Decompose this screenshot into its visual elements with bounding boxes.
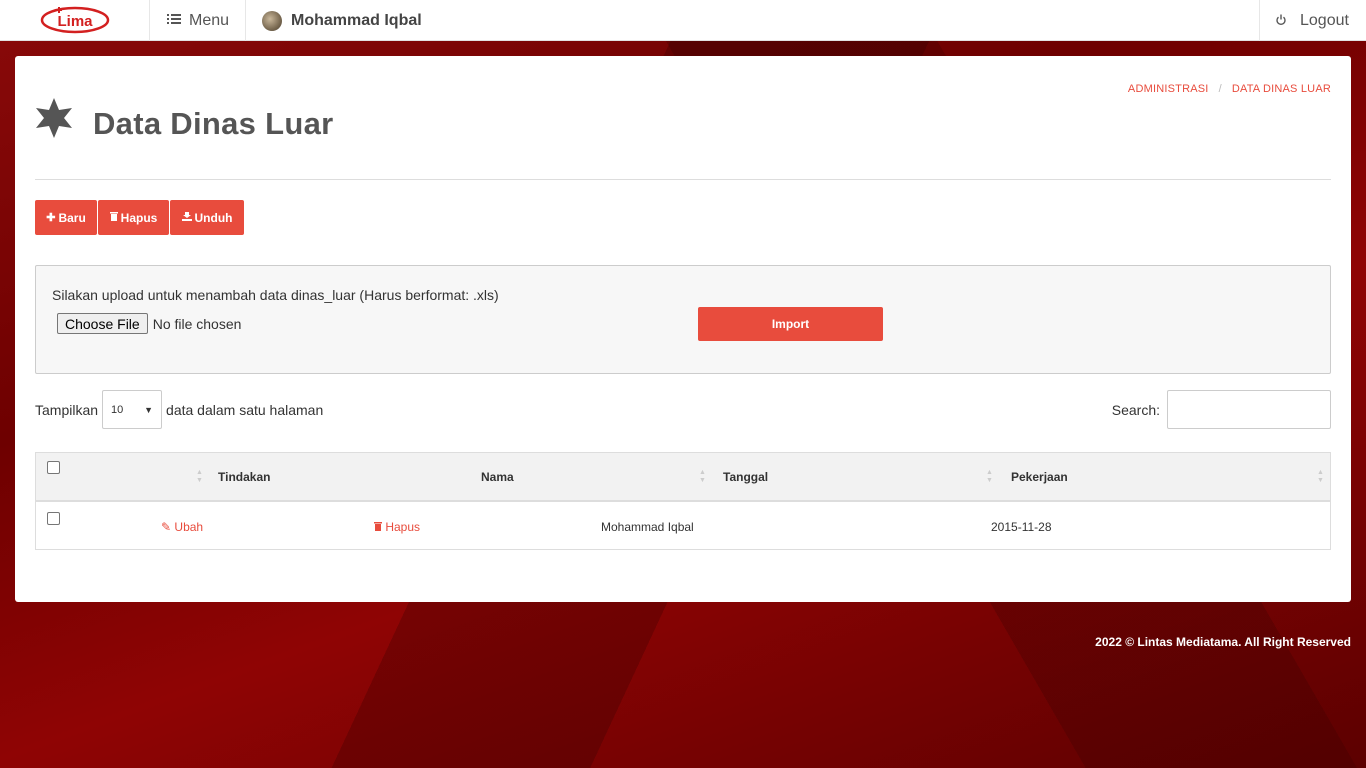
- delete-button[interactable]: Hapus: [98, 200, 169, 235]
- edit-label: Ubah: [174, 520, 204, 534]
- breadcrumb: ADMINISTRASI / DATA DINAS LUAR: [1128, 83, 1331, 95]
- page-title: Data Dinas Luar: [93, 106, 334, 141]
- list-icon: [167, 12, 181, 30]
- trash-icon: [374, 520, 385, 534]
- footer-copyright: 2022 © Lintas Mediatama. All Right Reser…: [1095, 635, 1351, 649]
- logo-text: Lima: [57, 13, 93, 30]
- page-length-value: 10: [111, 403, 124, 416]
- brand-logo[interactable]: Lima: [0, 0, 150, 41]
- column-header-tindakan[interactable]: Tindakan: [218, 470, 270, 484]
- breadcrumb-item-data-dinas-luar[interactable]: DATA DINAS LUAR: [1232, 83, 1331, 95]
- search-input[interactable]: [1167, 390, 1331, 429]
- user-profile[interactable]: Mohammad Iqbal: [262, 0, 422, 41]
- breadcrumb-item-administrasi[interactable]: ADMINISTRASI: [1128, 83, 1209, 95]
- divider: [35, 179, 1331, 180]
- star-icon: [36, 98, 72, 138]
- upload-box: Silakan upload untuk menambah data dinas…: [35, 265, 1331, 374]
- plus-icon: ✚: [46, 212, 56, 224]
- lima-logo: Lima: [40, 6, 110, 34]
- choose-file-button[interactable]: Choose File: [57, 313, 148, 334]
- top-navbar: Lima Menu Mohammad Iqbal Logout: [0, 0, 1366, 41]
- edit-link[interactable]: ✎ Ubah: [161, 520, 203, 534]
- row-checkbox[interactable]: [47, 512, 60, 525]
- search-label: Search:: [1111, 401, 1160, 418]
- cell-nama: Mohammad Iqbal: [601, 520, 694, 534]
- pencil-icon: ✎: [161, 520, 172, 534]
- file-input[interactable]: Choose File No file chosen: [57, 313, 241, 334]
- menu-label: Menu: [189, 11, 230, 29]
- new-button[interactable]: ✚ Baru: [35, 200, 97, 235]
- chevron-down-icon: ▼: [144, 404, 154, 415]
- search-control: Search:: [1112, 390, 1331, 429]
- delete-label: Hapus: [385, 520, 421, 534]
- page-header: Data Dinas Luar: [35, 94, 334, 142]
- breadcrumb-separator: /: [1218, 83, 1222, 95]
- cell-tanggal: 2015-11-28: [991, 520, 1052, 534]
- delete-button-label: Hapus: [120, 210, 158, 225]
- show-prefix: Tampilkan: [35, 401, 99, 418]
- user-name: Mohammad Iqbal: [291, 11, 422, 29]
- import-button[interactable]: Import: [698, 307, 883, 341]
- logout-button[interactable]: Logout: [1259, 0, 1366, 41]
- main-panel: Data Dinas Luar ADMINISTRASI / DATA DINAS …: [15, 56, 1351, 602]
- delete-link[interactable]: Hapus: [374, 520, 420, 534]
- page-length-control: Tampilkan 10 ▼ data dalam satu halaman: [35, 390, 323, 429]
- toolbar: ✚ Baru Hapus Unduh: [35, 200, 245, 235]
- download-button[interactable]: Unduh: [170, 200, 244, 235]
- avatar: [262, 10, 282, 31]
- sort-icon[interactable]: ▲ ▼: [699, 469, 707, 485]
- upload-instruction: Silakan upload untuk menambah data dinas…: [52, 287, 499, 303]
- menu-toggle-button[interactable]: Menu: [150, 0, 246, 41]
- trash-icon: [109, 211, 118, 224]
- table-header: ▲ ▼ Tindakan Nama ▲ ▼ Tanggal ▲ ▼ Pekerjaan…: [36, 453, 1330, 502]
- column-header-nama[interactable]: Nama: [481, 470, 514, 484]
- data-table: ▲ ▼ Tindakan Nama ▲ ▼ Tanggal ▲ ▼ Pekerjaan…: [35, 452, 1331, 550]
- column-header-tanggal[interactable]: Tanggal: [723, 470, 768, 484]
- column-header-pekerjaan[interactable]: Pekerjaan: [1011, 470, 1068, 484]
- table-row: ✎ Ubah Hapus Mohammad Iqbal 2015-11-28: [36, 502, 1330, 549]
- sort-icon[interactable]: ▲ ▼: [986, 469, 994, 485]
- download-icon: [181, 211, 192, 224]
- power-icon: [1275, 13, 1287, 29]
- new-button-label: Baru: [58, 210, 86, 225]
- sort-icon[interactable]: ▲ ▼: [196, 469, 204, 485]
- logout-label: Logout: [1300, 11, 1349, 29]
- sort-icon[interactable]: ▲ ▼: [1317, 469, 1325, 485]
- page-length-select[interactable]: 10 ▼: [102, 390, 163, 429]
- show-suffix: data dalam satu halaman: [166, 401, 324, 418]
- select-all-checkbox[interactable]: [47, 461, 60, 474]
- no-file-text: No file chosen: [152, 315, 242, 332]
- download-button-label: Unduh: [194, 210, 233, 225]
